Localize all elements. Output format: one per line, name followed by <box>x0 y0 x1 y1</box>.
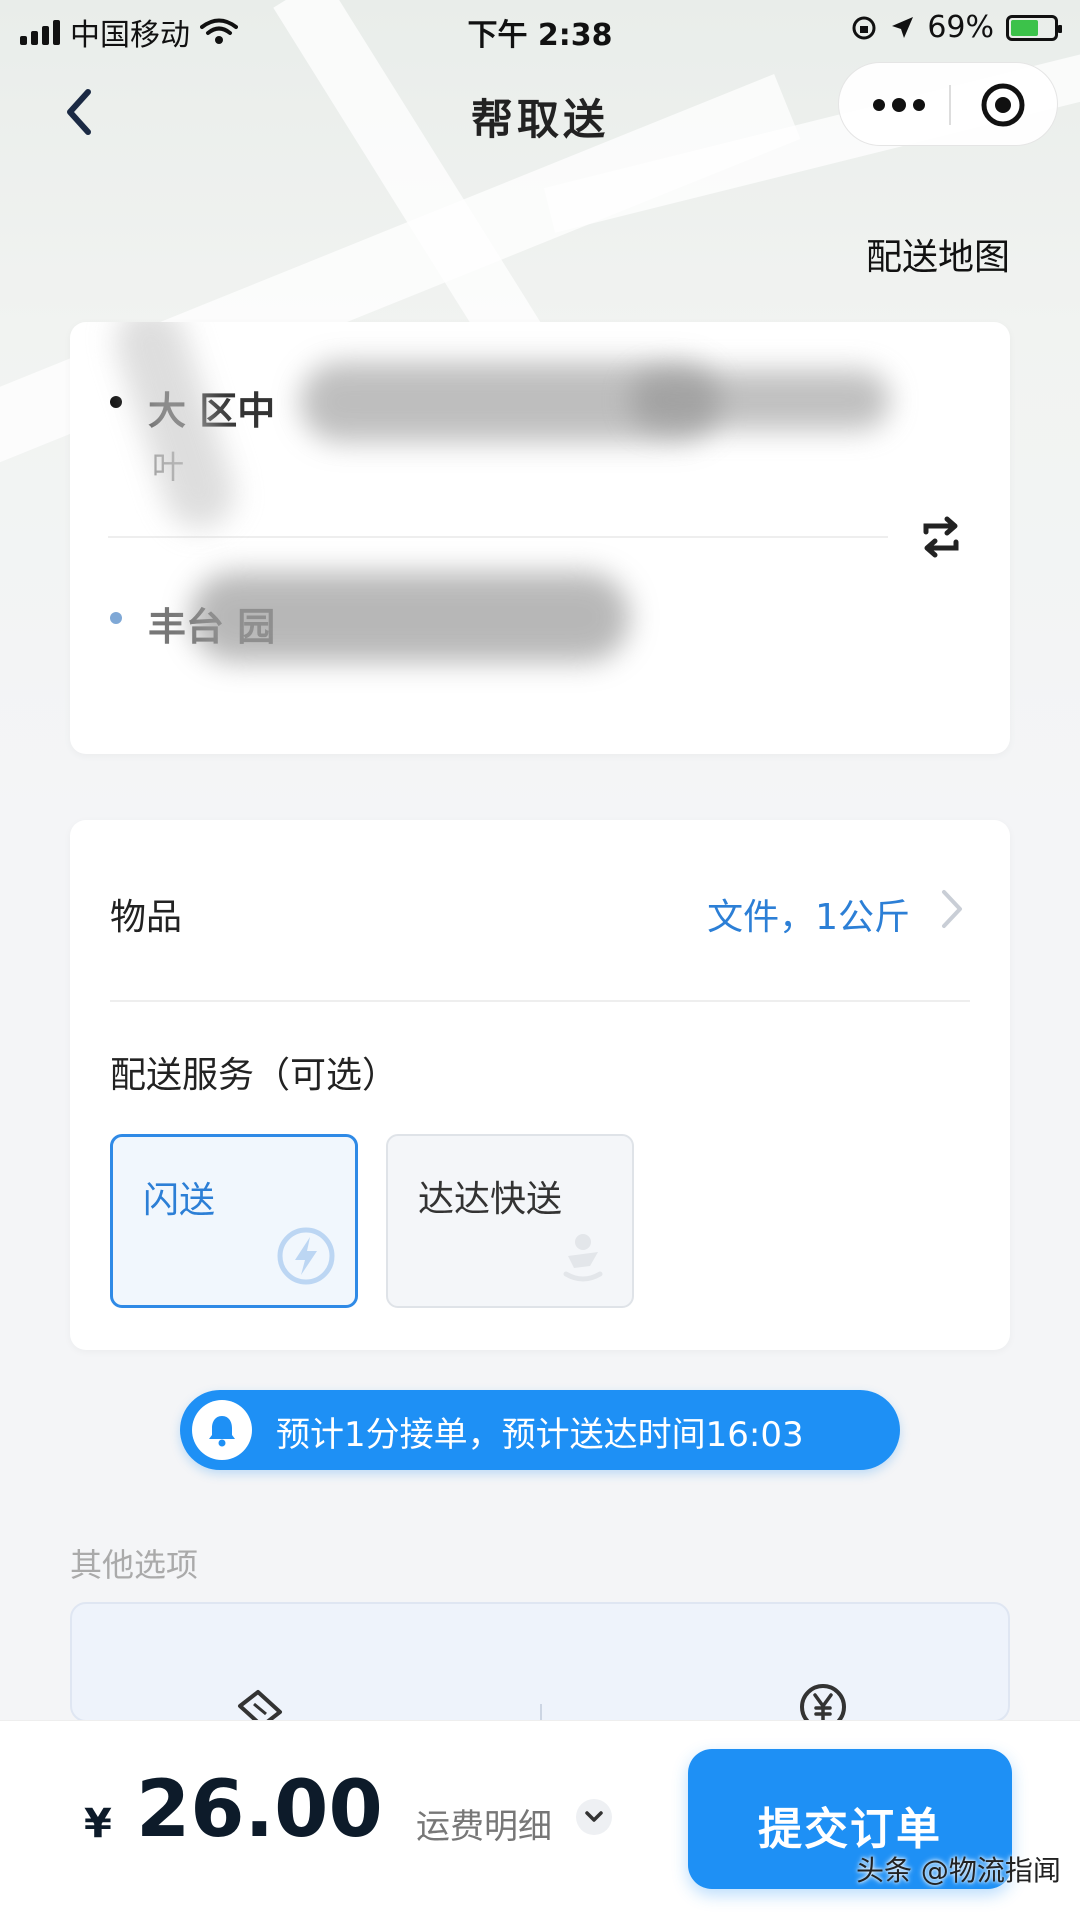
bell-badge <box>192 1400 252 1460</box>
mini-program-capsule <box>838 62 1058 146</box>
chevron-right-icon[interactable] <box>938 886 966 932</box>
estimate-text: 预计1分接单，预计送达时间16:03 <box>276 1415 804 1455</box>
goods-service-card: 物品 文件，1公斤 配送服务（可选） 闪送 达达快送 <box>70 820 1010 1350</box>
goods-value[interactable]: 文件，1公斤 <box>707 888 910 940</box>
address-card: 大 区中 叶 丰台 园 <box>70 322 1010 754</box>
service-option-label: 闪送 <box>143 1180 216 1221</box>
dada-icon <box>563 1234 603 1282</box>
pickup-dot <box>110 396 122 408</box>
watermark: 头条 @物流指闻 <box>856 1854 1061 1887</box>
fee-detail-link[interactable]: 运费明细 <box>416 1799 552 1848</box>
battery-icon <box>1006 14 1062 41</box>
yen-icon[interactable] <box>798 1682 848 1722</box>
location-arrow-icon <box>892 16 914 38</box>
battery-percent: 69% <box>927 10 994 45</box>
nav-bar: 帮取送 <box>0 62 1080 162</box>
goods-divider <box>110 1000 970 1002</box>
address-divider <box>108 536 888 538</box>
service-option-shansong[interactable]: 闪送 <box>110 1134 358 1308</box>
rotation-lock-icon <box>852 16 876 39</box>
dropoff-dot <box>110 612 122 624</box>
swap-icon[interactable] <box>916 512 966 562</box>
estimate-banner: 预计1分接单，预计送达时间16:03 <box>180 1390 900 1470</box>
close-target-icon[interactable] <box>979 81 1027 129</box>
coupon-icon[interactable] <box>232 1686 288 1722</box>
service-label: 配送服务（可选） <box>110 1055 399 1096</box>
bottom-bar: ¥ 26.00 运费明细 提交订单 头条 @物流指闻 <box>0 1720 1080 1920</box>
price-value: 26.00 <box>136 1765 383 1855</box>
submit-order-label: 提交订单 <box>758 1804 942 1855</box>
other-options-label: 其他选项 <box>70 1546 199 1584</box>
service-option-dada[interactable]: 达达快送 <box>386 1134 634 1308</box>
capsule-divider <box>949 85 951 125</box>
status-bar: 中国移动 下午 2:38 69% <box>0 0 1080 56</box>
service-option-label: 达达快送 <box>418 1179 563 1220</box>
fee-detail-toggle[interactable] <box>576 1799 612 1835</box>
currency-symbol: ¥ <box>84 1801 112 1847</box>
other-options-card <box>70 1602 1010 1722</box>
delivery-map-link[interactable]: 配送地图 <box>866 228 1010 280</box>
goods-label: 物品 <box>110 897 183 938</box>
lightning-icon <box>277 1227 335 1285</box>
more-icon[interactable] <box>869 91 929 119</box>
chevron-down-icon <box>585 1811 603 1822</box>
bell-icon <box>209 1416 235 1447</box>
redaction-smudge <box>630 370 890 430</box>
redaction-smudge <box>190 572 630 662</box>
